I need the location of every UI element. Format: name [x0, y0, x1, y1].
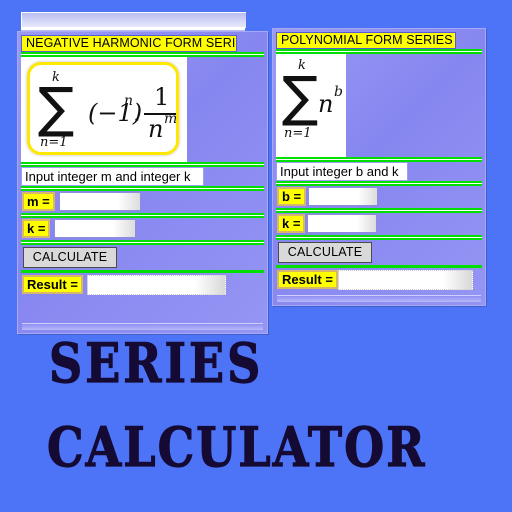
formula-denominator-exponent: m	[164, 111, 178, 127]
input-row-k: k =	[21, 218, 264, 240]
result-field-negative-harmonic[interactable]	[87, 275, 226, 295]
formula-term-exponent: n	[124, 93, 134, 109]
panel-content: NEGATIVE HARMONIC FORM SERIES k ∑ n=1 (−…	[21, 35, 264, 297]
formula-image-polynomial: k ∑ n=1 n b	[276, 54, 346, 157]
panel-header-label: NEGATIVE HARMONIC FORM SERIES	[26, 36, 237, 50]
app-window: NEGATIVE HARMONIC FORM SERIES k ∑ n=1 (−…	[0, 0, 512, 512]
result-label-negative-harmonic: Result =	[22, 275, 83, 294]
instruction-text: Input integer b and k	[280, 164, 399, 179]
result-field-polynomial[interactable]	[338, 270, 473, 290]
field-label-m: m =	[22, 192, 55, 211]
button-row: CALCULATE	[276, 240, 482, 265]
instruction-text: Input integer m and integer k	[25, 169, 191, 184]
panel-header-label: POLYNOMIAL FORM SERIES	[281, 33, 453, 47]
input-row-m: m =	[21, 191, 264, 213]
app-title-line2: CALCULATOR	[46, 415, 427, 479]
formula-term-exponent: b	[334, 84, 343, 100]
result-row: Result =	[21, 273, 264, 297]
result-label-polynomial: Result =	[277, 270, 338, 289]
formula-denominator-base: n	[148, 115, 164, 143]
input-row-k: k =	[276, 213, 482, 235]
field-label-b: b =	[277, 187, 307, 206]
formula-row: k ∑ n=1 n b	[276, 54, 482, 157]
formula-row: k ∑ n=1 (−1) n . 1 n m	[21, 57, 264, 162]
panel-content: POLYNOMIAL FORM SERIES k ∑ n=1 n b Input…	[276, 32, 482, 292]
panel-header-negative-harmonic: NEGATIVE HARMONIC FORM SERIES	[21, 35, 237, 52]
calculate-button-negative-harmonic[interactable]: CALCULATE	[23, 247, 117, 268]
background-window-titlebar	[21, 12, 246, 28]
formula-numerator: 1	[154, 83, 170, 111]
instruction-label-polynomial: Input integer b and k	[276, 162, 408, 181]
formula-image-negative-harmonic: k ∑ n=1 (−1) n . 1 n m	[21, 57, 187, 162]
input-row-b: b =	[276, 186, 482, 208]
formula-lower-limit: n=1	[40, 135, 68, 150]
panel-header-polynomial: POLYNOMIAL FORM SERIES	[276, 32, 456, 49]
panel-polynomial: POLYNOMIAL FORM SERIES k ∑ n=1 n b Input…	[272, 28, 486, 306]
instruction-row: Input integer m and integer k	[21, 167, 264, 186]
formula-term-base: n	[318, 90, 334, 118]
formula-lower-limit: n=1	[284, 126, 312, 141]
sigma-icon: ∑	[38, 76, 75, 139]
panel-negative-harmonic: NEGATIVE HARMONIC FORM SERIES k ∑ n=1 (−…	[17, 31, 268, 334]
sigma-icon: ∑	[282, 65, 319, 128]
instruction-row: Input integer b and k	[276, 162, 482, 181]
calculate-button-polynomial[interactable]: CALCULATE	[278, 242, 372, 263]
instruction-label-negative-harmonic: Input integer m and integer k	[21, 167, 204, 186]
panel-bottom-edge	[22, 323, 263, 330]
app-title-line1: SERIES	[48, 331, 264, 395]
input-b[interactable]	[308, 187, 378, 206]
formula-card: k ∑ n=1 (−1) n . 1 n m	[27, 62, 179, 155]
result-row: Result =	[276, 268, 482, 292]
button-row: CALCULATE	[21, 245, 264, 270]
input-m[interactable]	[59, 192, 141, 211]
input-k[interactable]	[307, 214, 377, 233]
field-label-k: k =	[22, 219, 51, 238]
input-k[interactable]	[54, 219, 136, 238]
formula-dot: .	[133, 99, 141, 127]
field-label-k: k =	[277, 214, 306, 233]
panel-bottom-edge	[277, 295, 481, 302]
